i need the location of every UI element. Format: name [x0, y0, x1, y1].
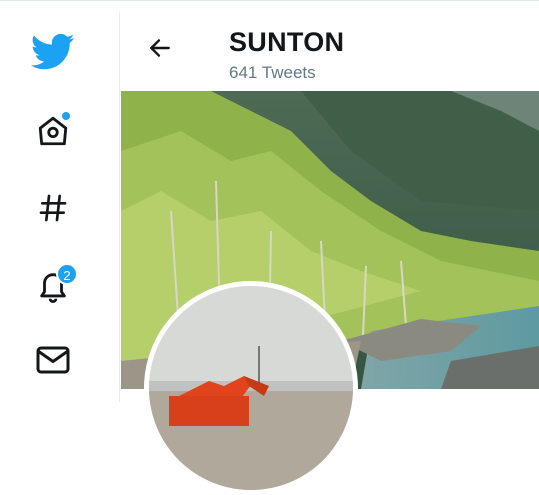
notification-dot	[61, 111, 71, 121]
tweet-count: 641 Tweets	[229, 63, 316, 82]
profile-avatar[interactable]	[144, 281, 358, 495]
sidebar-item-notifications[interactable]: 2	[26, 261, 80, 315]
hashtag-icon	[37, 192, 69, 229]
mail-icon	[35, 344, 71, 381]
notification-badge: 2	[56, 263, 78, 285]
profile-header: SUNTON 641 Tweets	[121, 11, 539, 91]
twitter-bird-icon	[30, 33, 75, 76]
arrow-left-icon	[147, 35, 173, 66]
sidebar-nav: 2	[0, 11, 120, 402]
sidebar-item-home[interactable]	[26, 106, 80, 160]
back-button[interactable]	[143, 33, 177, 67]
profile-name: SUNTON	[229, 27, 345, 57]
sidebar-item-explore[interactable]	[26, 183, 80, 237]
top-divider	[0, 0, 539, 10]
sidebar-item-home-logo[interactable]	[26, 27, 80, 81]
sidebar-item-messages[interactable]	[26, 335, 80, 389]
